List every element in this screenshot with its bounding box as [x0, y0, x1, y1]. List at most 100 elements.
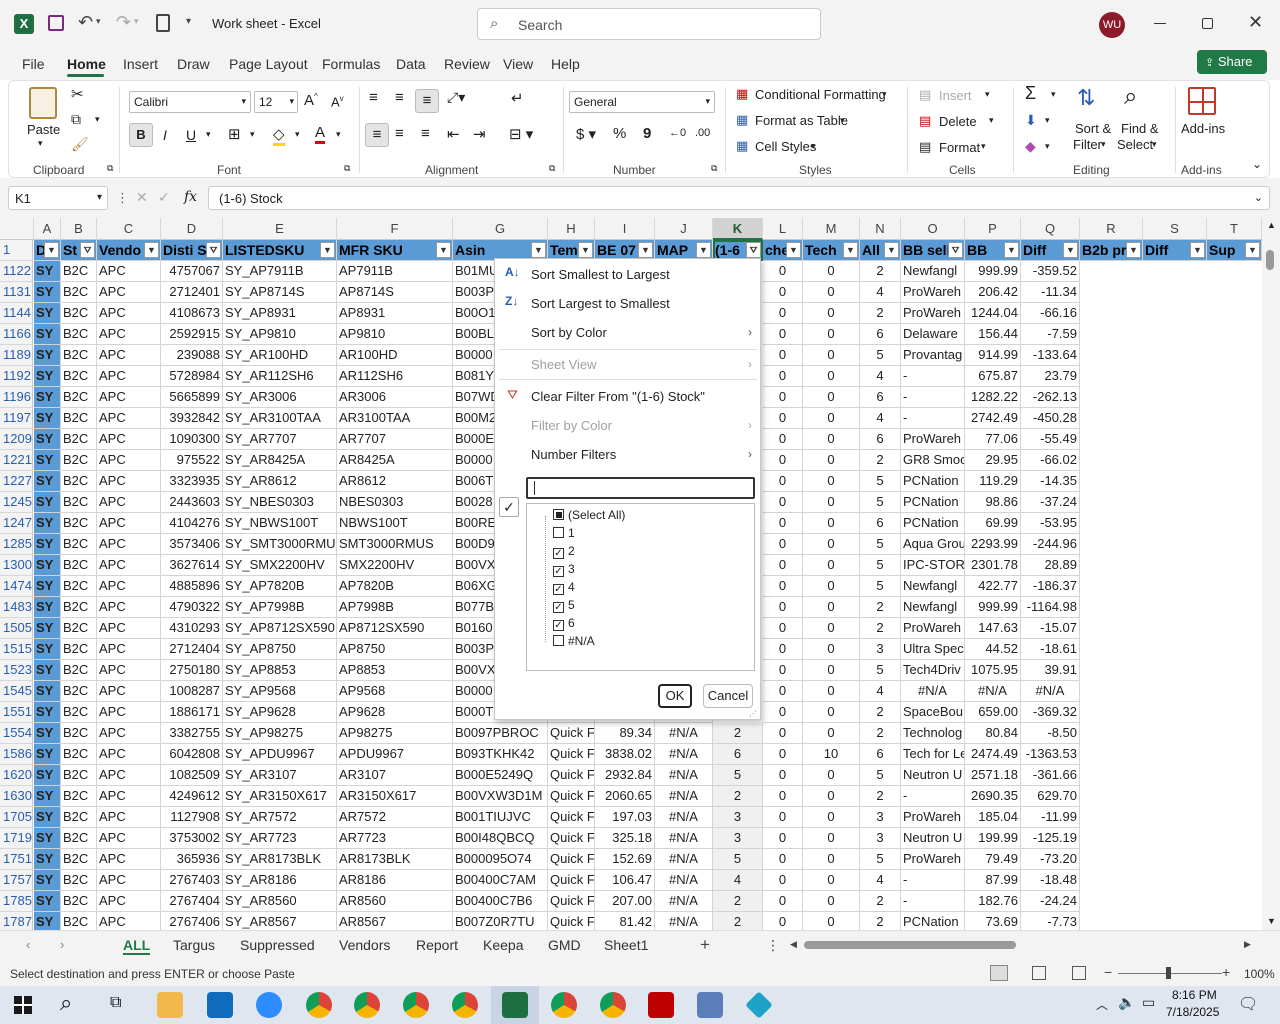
empty-cell[interactable]: [1080, 618, 1143, 639]
table-cell[interactable]: B2C: [61, 702, 97, 723]
table-cell[interactable]: -359.52: [1021, 261, 1080, 282]
table-cell[interactable]: -18.48: [1021, 870, 1080, 891]
table-cell[interactable]: 0: [803, 324, 860, 345]
table-cell[interactable]: Tech for Le: [901, 744, 965, 765]
table-cell[interactable]: 1282.22: [965, 387, 1021, 408]
table-cell[interactable]: SY_AP9628: [223, 702, 337, 723]
empty-cell[interactable]: [1143, 786, 1207, 807]
table-cell[interactable]: B2C: [61, 366, 97, 387]
table-cell[interactable]: Neutron U: [901, 828, 965, 849]
empty-cell[interactable]: [1207, 513, 1262, 534]
table-cell[interactable]: 5: [860, 471, 901, 492]
table-cell[interactable]: 5: [713, 765, 763, 786]
table-cell[interactable]: APC: [97, 534, 161, 555]
table-cell[interactable]: SY_AP9810: [223, 324, 337, 345]
table-cell[interactable]: AR8567: [337, 912, 453, 930]
table-cell[interactable]: 6: [860, 387, 901, 408]
table-cell[interactable]: APC: [97, 387, 161, 408]
empty-cell[interactable]: [1207, 639, 1262, 660]
table-cell[interactable]: #N/A: [901, 681, 965, 702]
customize-toolbar-icon[interactable]: ▾: [186, 16, 191, 27]
empty-cell[interactable]: [1143, 261, 1207, 282]
table-cell[interactable]: 2690.35: [965, 786, 1021, 807]
table-cell[interactable]: AP7911B: [337, 261, 453, 282]
table-cell[interactable]: -125.19: [1021, 828, 1080, 849]
chrome-icon-5[interactable]: [551, 992, 577, 1018]
table-cell[interactable]: -: [901, 408, 965, 429]
table-cell[interactable]: SY_NBWS100T: [223, 513, 337, 534]
empty-cell[interactable]: [1080, 702, 1143, 723]
table-cell[interactable]: 2932.84: [595, 765, 655, 786]
table-cell[interactable]: Aqua Grou: [901, 534, 965, 555]
table-cell[interactable]: 0: [763, 618, 803, 639]
table-cell[interactable]: AR8612: [337, 471, 453, 492]
page-layout-view-icon[interactable]: [1032, 966, 1046, 980]
table-cell[interactable]: AR7707: [337, 429, 453, 450]
empty-cell[interactable]: [1080, 849, 1143, 870]
table-cell[interactable]: B00I48QBCQ: [453, 828, 548, 849]
table-cell[interactable]: 0: [763, 261, 803, 282]
table-cell[interactable]: 0: [803, 597, 860, 618]
filter-dropdown-icon[interactable]: ▼: [1245, 242, 1260, 258]
table-cell[interactable]: 0: [803, 912, 860, 930]
table-cell[interactable]: #N/A: [1021, 681, 1080, 702]
row-header[interactable]: 1285: [0, 534, 33, 555]
zoom-out-icon[interactable]: −: [1104, 964, 1112, 980]
table-cell[interactable]: B2C: [61, 345, 97, 366]
table-cell[interactable]: #N/A: [655, 744, 713, 765]
table-cell[interactable]: 0: [803, 786, 860, 807]
tab-home[interactable]: Home: [67, 56, 106, 72]
more-icon[interactable]: ⋮: [116, 190, 129, 206]
underline-dropdown-icon[interactable]: ▾: [206, 129, 211, 140]
column-header-b[interactable]: B: [61, 218, 97, 240]
table-cell[interactable]: AR3006: [337, 387, 453, 408]
sort-filter-button-line2[interactable]: Filter: [1073, 137, 1102, 152]
empty-cell[interactable]: [1207, 744, 1262, 765]
table-cell[interactable]: APC: [97, 681, 161, 702]
empty-cell[interactable]: [1080, 534, 1143, 555]
table-cell[interactable]: 0: [803, 891, 860, 912]
zoom-in-icon[interactable]: +: [1222, 964, 1230, 980]
table-cell[interactable]: -15.07: [1021, 618, 1080, 639]
table-cell[interactable]: 3: [860, 639, 901, 660]
filter-search-input[interactable]: [526, 477, 755, 499]
table-cell[interactable]: 81.42: [595, 912, 655, 930]
table-cell[interactable]: 0: [763, 387, 803, 408]
minimize-icon[interactable]: [1154, 23, 1166, 24]
empty-cell[interactable]: [1207, 723, 1262, 744]
table-cell[interactable]: 2301.78: [965, 555, 1021, 576]
empty-cell[interactable]: [1143, 744, 1207, 765]
find-select-button[interactable]: Find &: [1121, 121, 1159, 136]
table-cell[interactable]: -14.35: [1021, 471, 1080, 492]
table-cell[interactable]: 0: [763, 786, 803, 807]
row-header[interactable]: 1705: [0, 807, 33, 828]
table-cell[interactable]: 2: [860, 723, 901, 744]
filter-option[interactable]: ✓ 6: [553, 616, 575, 634]
table-cell[interactable]: SY: [34, 870, 61, 891]
table-cell[interactable]: 325.18: [595, 828, 655, 849]
table-cell[interactable]: 1082509: [161, 765, 223, 786]
empty-cell[interactable]: [1143, 765, 1207, 786]
table-cell[interactable]: APC: [97, 408, 161, 429]
table-cell[interactable]: SY: [34, 828, 61, 849]
table-cell[interactable]: -1164.98: [1021, 597, 1080, 618]
table-cell[interactable]: Newfangl: [901, 597, 965, 618]
table-cell[interactable]: 0: [803, 828, 860, 849]
table-header-cell[interactable]: BB ▼: [965, 240, 1021, 261]
empty-cell[interactable]: [1207, 303, 1262, 324]
empty-cell[interactable]: [1207, 492, 1262, 513]
table-cell[interactable]: 79.49: [965, 849, 1021, 870]
table-cell[interactable]: 0: [803, 849, 860, 870]
table-cell[interactable]: Quick F: [548, 891, 595, 912]
table-cell[interactable]: APC: [97, 282, 161, 303]
table-cell[interactable]: AP9568: [337, 681, 453, 702]
table-cell[interactable]: SY: [34, 681, 61, 702]
table-cell[interactable]: AR8560: [337, 891, 453, 912]
table-cell[interactable]: 0: [763, 513, 803, 534]
column-header-l[interactable]: L: [763, 218, 803, 240]
cancel-button[interactable]: Cancel: [703, 684, 753, 708]
column-header-t[interactable]: T: [1207, 218, 1262, 240]
table-cell[interactable]: ProWareh: [901, 618, 965, 639]
row-header[interactable]: 1122: [0, 261, 33, 282]
table-cell[interactable]: SY_AR7707: [223, 429, 337, 450]
